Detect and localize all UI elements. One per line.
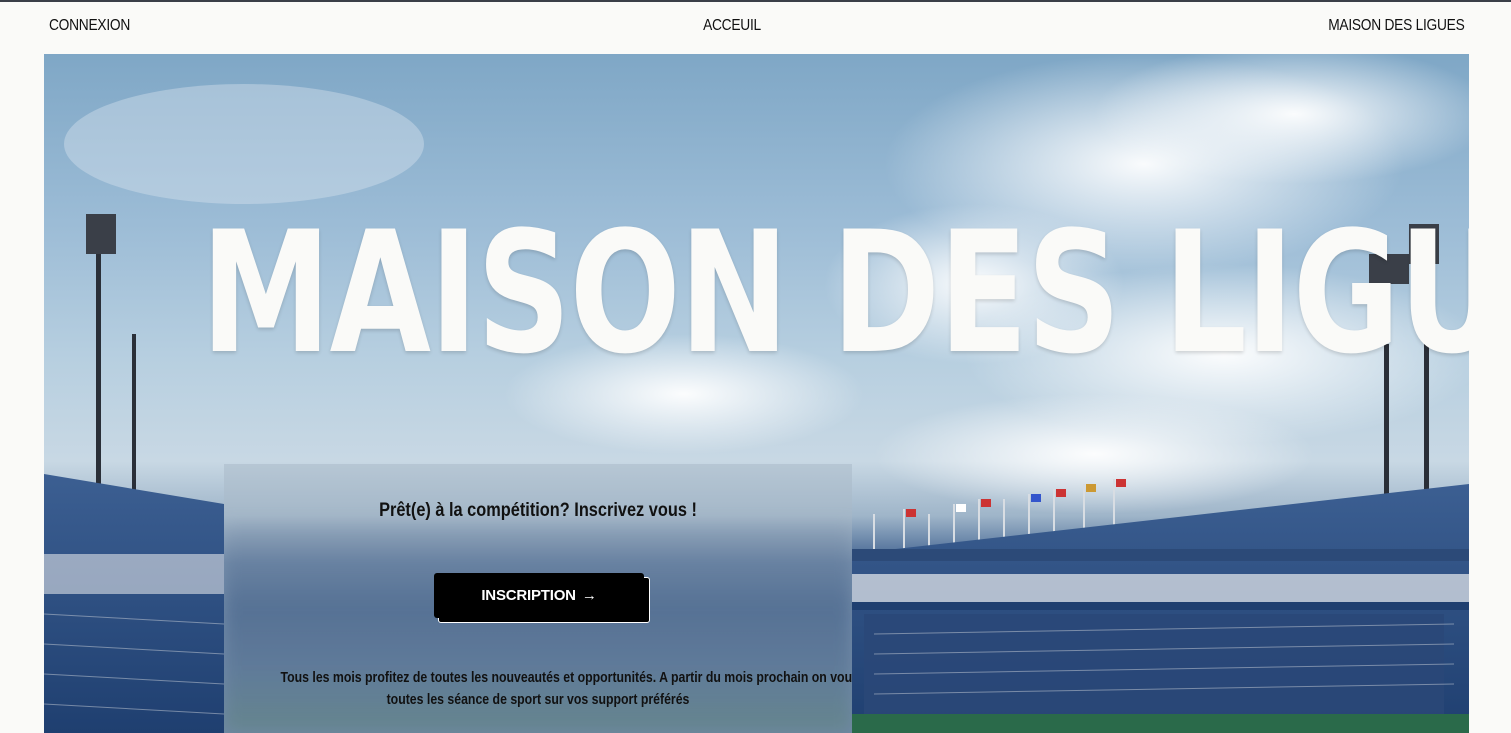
panel-description: Tous les mois profitez de toutes les nou…	[224, 667, 852, 711]
signup-panel: Prêt(e) à la compétition? Inscrivez vous…	[224, 464, 852, 733]
nav-link-maison-des-ligues[interactable]: MAISON DES LIGUES	[1328, 17, 1465, 35]
nav-link-accueil[interactable]: ACCEUIL	[102, 17, 1361, 35]
hero-title: MAISON DES LIGUES	[200, 195, 1469, 391]
top-nav: CONNEXION ACCEUIL MAISON DES LIGUES	[0, 4, 1511, 50]
inscription-button-label: INSCRIPTION	[481, 587, 576, 604]
inscription-button[interactable]: INSCRIPTION →	[434, 573, 644, 618]
hero-banner: MAISON DES LIGUES Prêt(e) à la compétiti…	[44, 54, 1469, 733]
panel-heading: Prêt(e) à la compétition? Inscrivez vous…	[379, 500, 697, 521]
arrow-right-icon: →	[581, 587, 597, 604]
panel-description-line1: Tous les mois profitez de toutes les nou…	[280, 669, 852, 686]
panel-description-line2: toutes les séance de sport sur vos suppo…	[386, 691, 690, 708]
page-frame: CONNEXION ACCEUIL MAISON DES LIGUES MAIS…	[0, 0, 1511, 733]
inscription-button-wrap: INSCRIPTION →	[434, 573, 650, 623]
